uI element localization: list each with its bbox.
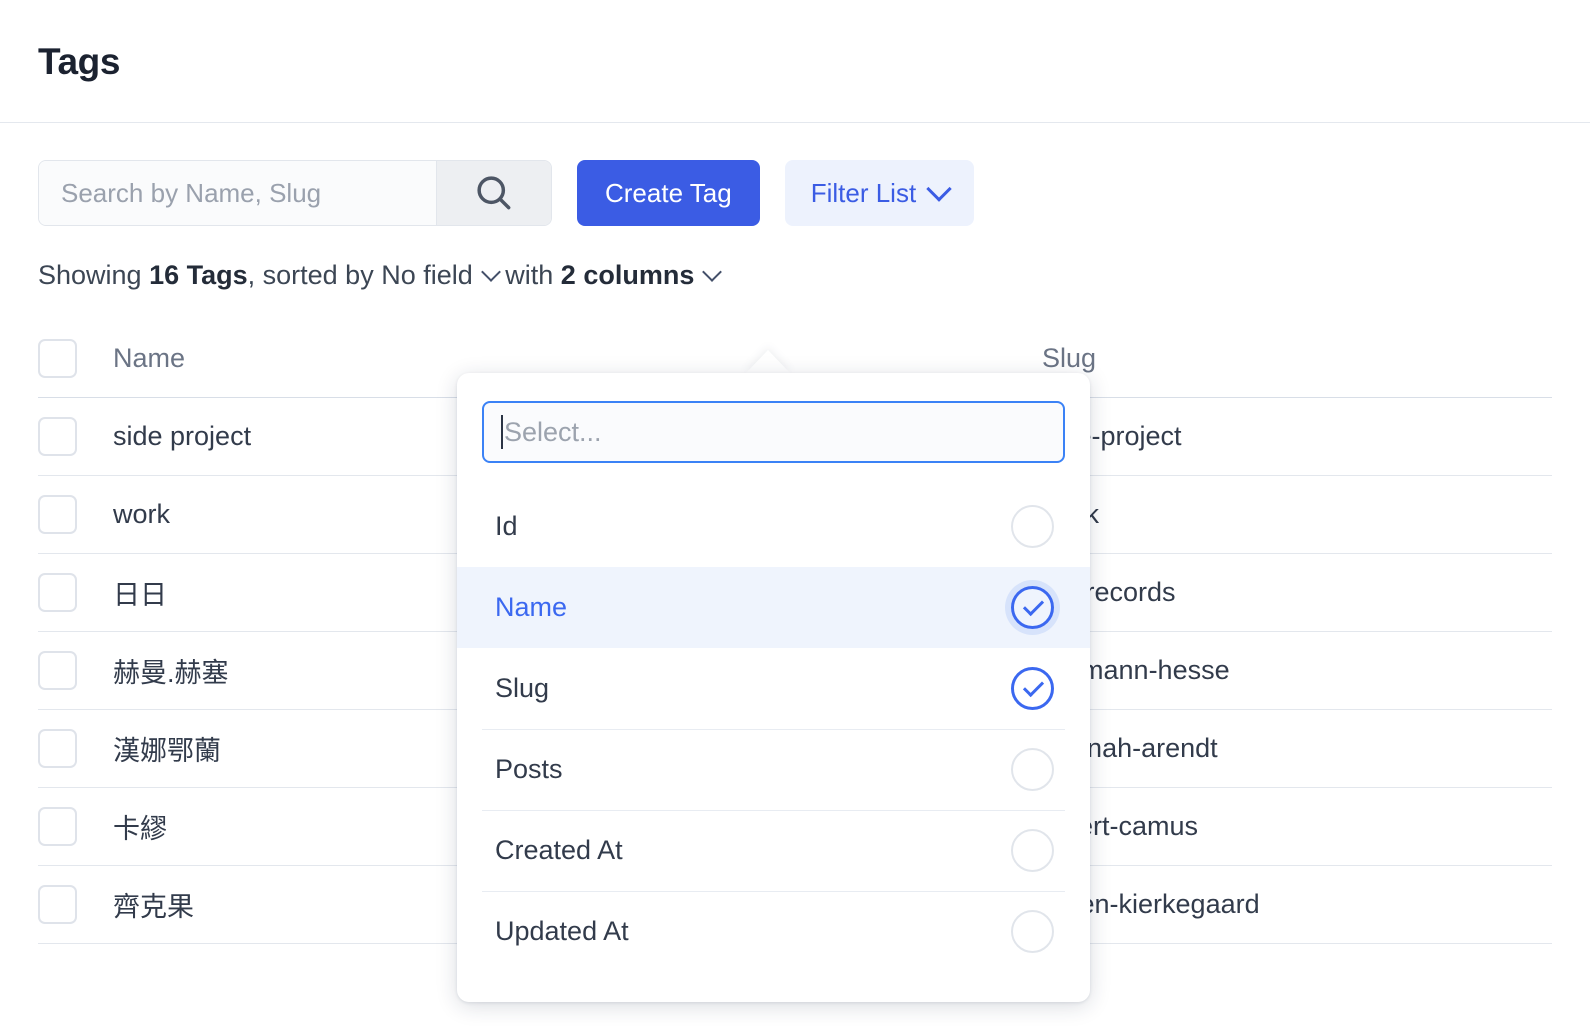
- page-title: Tags: [38, 40, 121, 82]
- check-circle-icon: [1011, 748, 1054, 791]
- search-button[interactable]: [436, 161, 551, 225]
- chevron-down-icon: [702, 261, 723, 282]
- row-checkbox[interactable]: [38, 573, 77, 612]
- search-input[interactable]: [39, 161, 436, 225]
- popover-option-posts[interactable]: Posts: [457, 729, 1090, 810]
- select-all-checkbox[interactable]: [38, 339, 77, 378]
- option-label: Name: [495, 592, 568, 622]
- cell-slug: soren-kierkegaard: [1042, 889, 1260, 919]
- popover-option-updated-at[interactable]: Updated At: [457, 891, 1090, 972]
- columns-value: 2 columns: [560, 260, 695, 290]
- summary-with-text: with: [497, 260, 561, 290]
- popover-option-created-at[interactable]: Created At: [457, 810, 1090, 891]
- toolbar: Create Tag Filter List: [0, 123, 1590, 226]
- option-label: Updated At: [495, 916, 629, 946]
- check-circle-icon: [1011, 586, 1054, 629]
- popover-option-name[interactable]: Name: [457, 567, 1090, 648]
- popover-search-input[interactable]: [504, 416, 1046, 448]
- option-label: Slug: [495, 673, 550, 703]
- search-box: [38, 160, 552, 226]
- cell-slug: hannah-arendt: [1042, 733, 1218, 763]
- row-checkbox[interactable]: [38, 729, 77, 768]
- check-circle-icon: [1011, 667, 1054, 710]
- row-checkbox[interactable]: [38, 495, 77, 534]
- check-circle-icon: [1011, 910, 1054, 953]
- row-checkbox[interactable]: [38, 417, 77, 456]
- cell-slug: side-project: [1042, 421, 1182, 451]
- column-header-name[interactable]: Name: [77, 343, 1042, 374]
- summary-count: 16 Tags: [149, 260, 248, 290]
- summary-sorted-by-text: , sorted by: [247, 260, 382, 290]
- row-checkbox[interactable]: [38, 651, 77, 690]
- sort-field-selector[interactable]: No field: [381, 260, 501, 290]
- text-cursor: [501, 415, 503, 449]
- check-circle-icon: [1011, 829, 1054, 872]
- popover-search-box: [482, 401, 1065, 463]
- popover-caret-icon: [745, 350, 791, 374]
- popover-option-id[interactable]: Id: [457, 486, 1090, 567]
- columns-selector[interactable]: 2 columns: [560, 260, 723, 290]
- option-label: Created At: [495, 835, 623, 865]
- filter-list-button[interactable]: Filter List: [784, 160, 975, 226]
- option-label: Posts: [495, 754, 563, 784]
- search-icon: [472, 171, 516, 215]
- popover-option-slug[interactable]: Slug: [457, 648, 1090, 729]
- summary-prefix: Showing: [38, 260, 150, 290]
- popover-option-list: Id Name Slug Posts Created At Updated At: [457, 486, 1090, 972]
- columns-popover: Id Name Slug Posts Created At Updated At: [457, 373, 1090, 1002]
- row-checkbox[interactable]: [38, 807, 77, 846]
- cell-slug: albert-camus: [1042, 811, 1199, 841]
- page-header: Tags: [0, 0, 1590, 123]
- summary-line: Showing 16 Tags , sorted by No field wit…: [38, 262, 1590, 289]
- option-label: Id: [495, 511, 518, 541]
- cell-slug: life-records: [1042, 577, 1176, 607]
- chevron-down-icon: [926, 176, 952, 202]
- cell-slug: hermann-hesse: [1042, 655, 1230, 685]
- sort-field-value: No field: [381, 260, 473, 290]
- check-circle-icon: [1011, 505, 1054, 548]
- filter-list-label: Filter List: [810, 178, 917, 208]
- column-header-slug[interactable]: Slug: [1042, 343, 1552, 374]
- cell-slug: work: [1042, 499, 1552, 530]
- create-tag-button[interactable]: Create Tag: [577, 160, 760, 226]
- row-checkbox[interactable]: [38, 885, 77, 924]
